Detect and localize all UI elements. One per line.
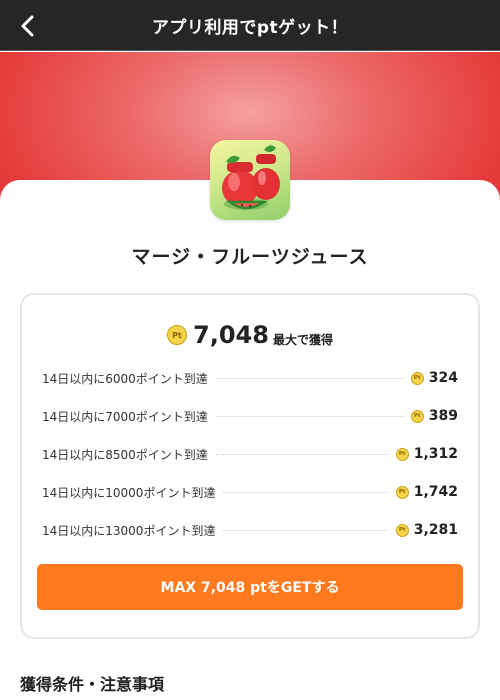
condition-row: 14日以内に7000ポイント到達 Pt 389 bbox=[42, 397, 458, 435]
condition-points: 1,742 bbox=[413, 484, 458, 500]
total-reward: Pt 7,048 最大で獲得 bbox=[22, 321, 478, 349]
dotted-leader bbox=[215, 377, 403, 379]
fruit-juice-app-icon bbox=[210, 140, 290, 220]
pt-coin-icon: Pt bbox=[410, 409, 424, 423]
total-points: 7,048 bbox=[193, 321, 269, 349]
condition-row: 14日以内に13000ポイント到達 Pt 3,281 bbox=[42, 511, 458, 549]
condition-row: 14日以内に8500ポイント到達 Pt 1,312 bbox=[42, 435, 458, 473]
page-title: アプリ利用でptゲット！ bbox=[151, 17, 349, 38]
condition-points: 1,312 bbox=[413, 446, 458, 462]
dotted-leader bbox=[215, 453, 388, 455]
total-suffix: 最大で獲得 bbox=[272, 332, 333, 347]
condition-label: 14日以内に8500ポイント到達 bbox=[42, 447, 208, 462]
pt-coin-icon: Pt bbox=[395, 485, 409, 499]
condition-points: 3,281 bbox=[413, 522, 458, 538]
dotted-leader bbox=[223, 529, 388, 531]
condition-row: 14日以内に6000ポイント到達 Pt 324 bbox=[42, 359, 458, 397]
condition-points: 324 bbox=[428, 370, 458, 386]
back-button[interactable] bbox=[14, 12, 42, 40]
reward-card: Pt 7,048 最大で獲得 14日以内に6000ポイント到達 Pt 324 1… bbox=[20, 293, 480, 639]
condition-reward: Pt 1,742 bbox=[395, 484, 458, 500]
condition-list: 14日以内に6000ポイント到達 Pt 324 14日以内に7000ポイント到達… bbox=[42, 359, 458, 549]
dotted-leader bbox=[215, 415, 403, 417]
condition-reward: Pt 324 bbox=[410, 370, 458, 386]
chevron-left-icon bbox=[21, 15, 34, 37]
condition-label: 14日以内に10000ポイント到達 bbox=[42, 485, 216, 500]
condition-points: 389 bbox=[428, 408, 458, 424]
condition-reward: Pt 1,312 bbox=[395, 446, 458, 462]
app-name: マージ・フルーツジュース bbox=[131, 246, 369, 268]
condition-reward: Pt 3,281 bbox=[395, 522, 458, 538]
condition-label: 14日以内に7000ポイント到達 bbox=[42, 409, 208, 424]
pt-coin-icon: Pt bbox=[395, 523, 409, 537]
dotted-leader bbox=[223, 491, 388, 493]
get-points-button[interactable]: MAX 7,048 ptをGETする bbox=[37, 564, 463, 610]
pt-coin-icon: Pt bbox=[395, 447, 409, 461]
conditions-notes-heading: 獲得条件・注意事項 bbox=[20, 675, 165, 694]
condition-reward: Pt 389 bbox=[410, 408, 458, 424]
top-bar: アプリ利用でptゲット！ bbox=[0, 0, 500, 51]
pt-coin-icon: Pt bbox=[410, 371, 424, 385]
condition-label: 14日以内に6000ポイント到達 bbox=[42, 371, 208, 386]
condition-label: 14日以内に13000ポイント到達 bbox=[42, 523, 216, 538]
condition-row: 14日以内に10000ポイント到達 Pt 1,742 bbox=[42, 473, 458, 511]
pt-coin-icon: Pt bbox=[167, 325, 188, 345]
